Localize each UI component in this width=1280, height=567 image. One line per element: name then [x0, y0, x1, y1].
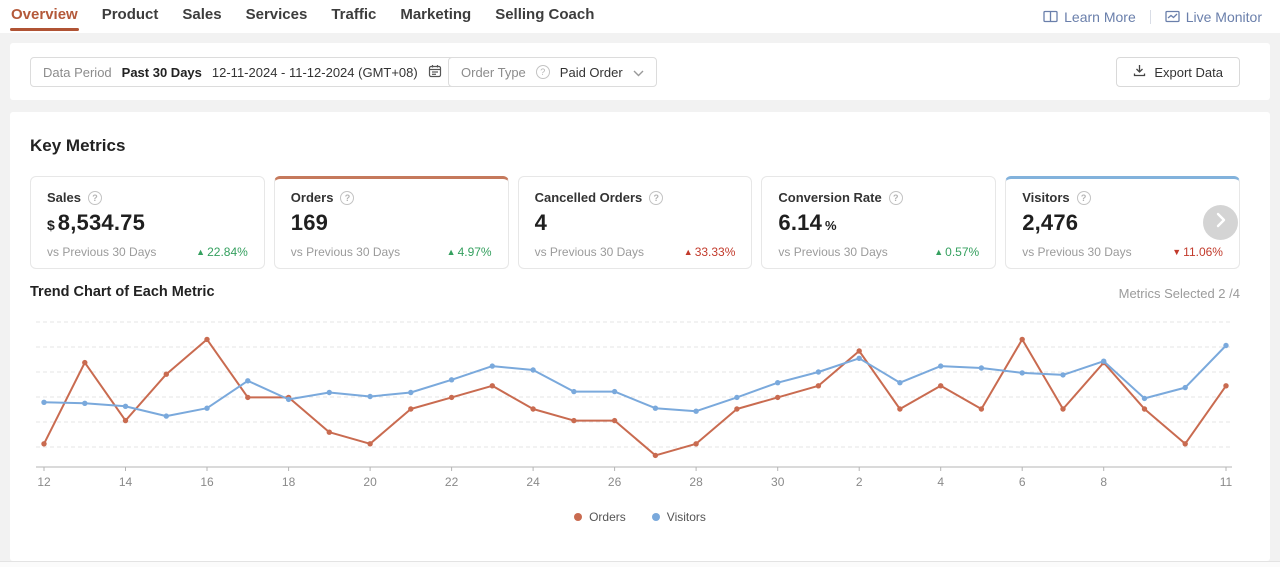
delta-badge: ▼ 11.06% [1172, 245, 1223, 259]
trend-arrow-icon: ▲ [683, 247, 693, 257]
metrics-selected-counter: Metrics Selected 2 /4 [1118, 286, 1240, 301]
metric-card-cancelled-orders[interactable]: Cancelled Orders ? 4 vs Previous 30 Days… [517, 176, 753, 269]
tab-overview[interactable]: Overview [10, 0, 79, 33]
key-metrics-title: Key Metrics [30, 136, 126, 155]
live-monitor-link[interactable]: Live Monitor [1165, 9, 1262, 25]
chevron-down-icon [633, 65, 644, 80]
metric-value: 6.14 [778, 210, 823, 235]
metric-label: Conversion Rate [778, 190, 882, 205]
metric-label: Sales [47, 190, 81, 205]
compare-label: vs Previous 30 Days [778, 245, 888, 259]
svg-text:30: 30 [771, 475, 785, 489]
data-period-label: Data Period [43, 64, 112, 80]
trend-arrow-icon: ▲ [196, 247, 206, 257]
delta-badge: ▲ 22.84% [196, 245, 248, 259]
help-icon[interactable]: ? [888, 190, 903, 205]
compare-label: vs Previous 30 Days [47, 245, 157, 259]
metric-label: Cancelled Orders [534, 190, 643, 205]
svg-text:2: 2 [856, 475, 863, 489]
nav-tabs: Overview Product Sales Services Traffic … [10, 0, 595, 33]
svg-text:24: 24 [526, 475, 540, 489]
learn-more-label: Learn More [1064, 8, 1136, 25]
delta-badge: ▲ 0.57% [934, 245, 980, 259]
trend-arrow-icon: ▼ [1172, 247, 1182, 257]
trend-line-chart[interactable]: 12 14 16 18 20 22 24 26 28 30 2 4 6 8 11 [30, 315, 1240, 495]
live-monitor-label: Live Monitor [1185, 8, 1262, 25]
order-type-value: Paid Order [559, 64, 623, 80]
tab-traffic[interactable]: Traffic [330, 0, 377, 33]
top-links-divider [1149, 9, 1151, 24]
svg-text:4: 4 [937, 475, 944, 489]
metric-card-orders[interactable]: Orders ? 169 vs Previous 30 Days ▲ 4.97% [273, 176, 509, 269]
calendar-icon[interactable] [428, 64, 442, 81]
svg-text:14: 14 [119, 475, 133, 489]
compare-label: vs Previous 30 Days [534, 245, 644, 259]
metric-value: 169 [290, 210, 329, 235]
legend-item-orders[interactable]: Orders [574, 510, 626, 524]
currency-symbol: $ [47, 217, 55, 233]
svg-text:20: 20 [363, 475, 377, 489]
delta-badge: ▲ 33.33% [683, 245, 736, 259]
legend-item-visitors[interactable]: Visitors [651, 510, 706, 524]
svg-text:8: 8 [1100, 475, 1107, 489]
export-data-label: Export Data [1154, 64, 1223, 80]
order-type-select[interactable]: Order Type ? Paid Order [448, 57, 657, 87]
metric-cards-row: Sales ? $ 8,534.75 vs Previous 30 Days ▲… [30, 176, 1240, 269]
svg-text:22: 22 [445, 475, 459, 489]
top-navigation-bar: Overview Product Sales Services Traffic … [0, 0, 1280, 33]
svg-text:6: 6 [1019, 475, 1026, 489]
order-type-label: Order Type [461, 64, 526, 80]
help-icon[interactable]: ? [340, 190, 355, 205]
trend-chart-title: Trend Chart of Each Metric [30, 284, 215, 300]
tab-sales[interactable]: Sales [181, 0, 222, 33]
svg-text:26: 26 [608, 475, 622, 489]
metric-value: 4 [534, 210, 548, 235]
metric-label: Orders [290, 190, 334, 205]
download-icon [1133, 64, 1146, 80]
tab-marketing[interactable]: Marketing [399, 0, 472, 33]
help-icon[interactable]: ? [1076, 190, 1091, 205]
data-period-picker[interactable]: Data Period Past 30 Days 12-11-2024 - 11… [30, 57, 455, 87]
tab-product[interactable]: Product [101, 0, 160, 33]
metric-value: 8,534.75 [57, 210, 146, 235]
legend-dot-icon [651, 513, 660, 521]
trend-chart-svg: 12 14 16 18 20 22 24 26 28 30 2 4 6 8 11 [36, 321, 1233, 489]
compare-label: vs Previous 30 Days [290, 245, 401, 259]
help-icon[interactable]: ? [649, 190, 664, 205]
legend-label: Orders [589, 510, 626, 524]
tab-selling-coach[interactable]: Selling Coach [494, 0, 595, 33]
export-data-button[interactable]: Export Data [1116, 57, 1240, 87]
help-icon[interactable]: ? [535, 65, 550, 79]
page-bottom-divider [0, 561, 1280, 567]
chart-legend: Orders Visitors [10, 510, 1270, 524]
metric-label: Visitors [1022, 190, 1070, 205]
learn-more-link[interactable]: Learn More [1043, 9, 1136, 25]
legend-dot-icon [574, 513, 583, 521]
trend-arrow-icon: ▲ [934, 247, 944, 257]
metric-card-sales[interactable]: Sales ? $ 8,534.75 vs Previous 30 Days ▲… [30, 176, 265, 269]
compare-label: vs Previous 30 Days [1022, 245, 1132, 259]
filter-bar: Data Period Past 30 Days 12-11-2024 - 11… [10, 43, 1270, 100]
svg-text:11: 11 [1220, 475, 1233, 489]
tab-services[interactable]: Services [245, 0, 309, 33]
book-icon [1043, 10, 1058, 23]
trend-arrow-icon: ▲ [446, 247, 456, 257]
svg-text:28: 28 [689, 475, 703, 489]
percent-suffix: % [825, 218, 837, 233]
help-icon[interactable]: ? [87, 190, 102, 205]
metric-value: 2,476 [1022, 210, 1079, 235]
metric-card-conversion-rate[interactable]: Conversion Rate ? 6.14 % vs Previous 30 … [761, 176, 997, 269]
svg-text:16: 16 [200, 475, 214, 489]
overview-panel: Key Metrics Sales ? $ 8,534.75 vs Previo… [10, 112, 1270, 561]
svg-text:12: 12 [37, 475, 51, 489]
legend-label: Visitors [666, 510, 706, 524]
delta-badge: ▲ 4.97% [446, 245, 492, 259]
monitor-chart-icon [1165, 10, 1180, 23]
period-range: 12-11-2024 - 11-12-2024 (GMT+08) [211, 64, 418, 80]
top-right-links: Learn More Live Monitor [1043, 0, 1262, 33]
cards-carousel-next-button[interactable] [1203, 205, 1238, 240]
period-preset: Past 30 Days [121, 64, 202, 80]
chevron-right-icon [1216, 212, 1226, 233]
svg-text:18: 18 [282, 475, 296, 489]
